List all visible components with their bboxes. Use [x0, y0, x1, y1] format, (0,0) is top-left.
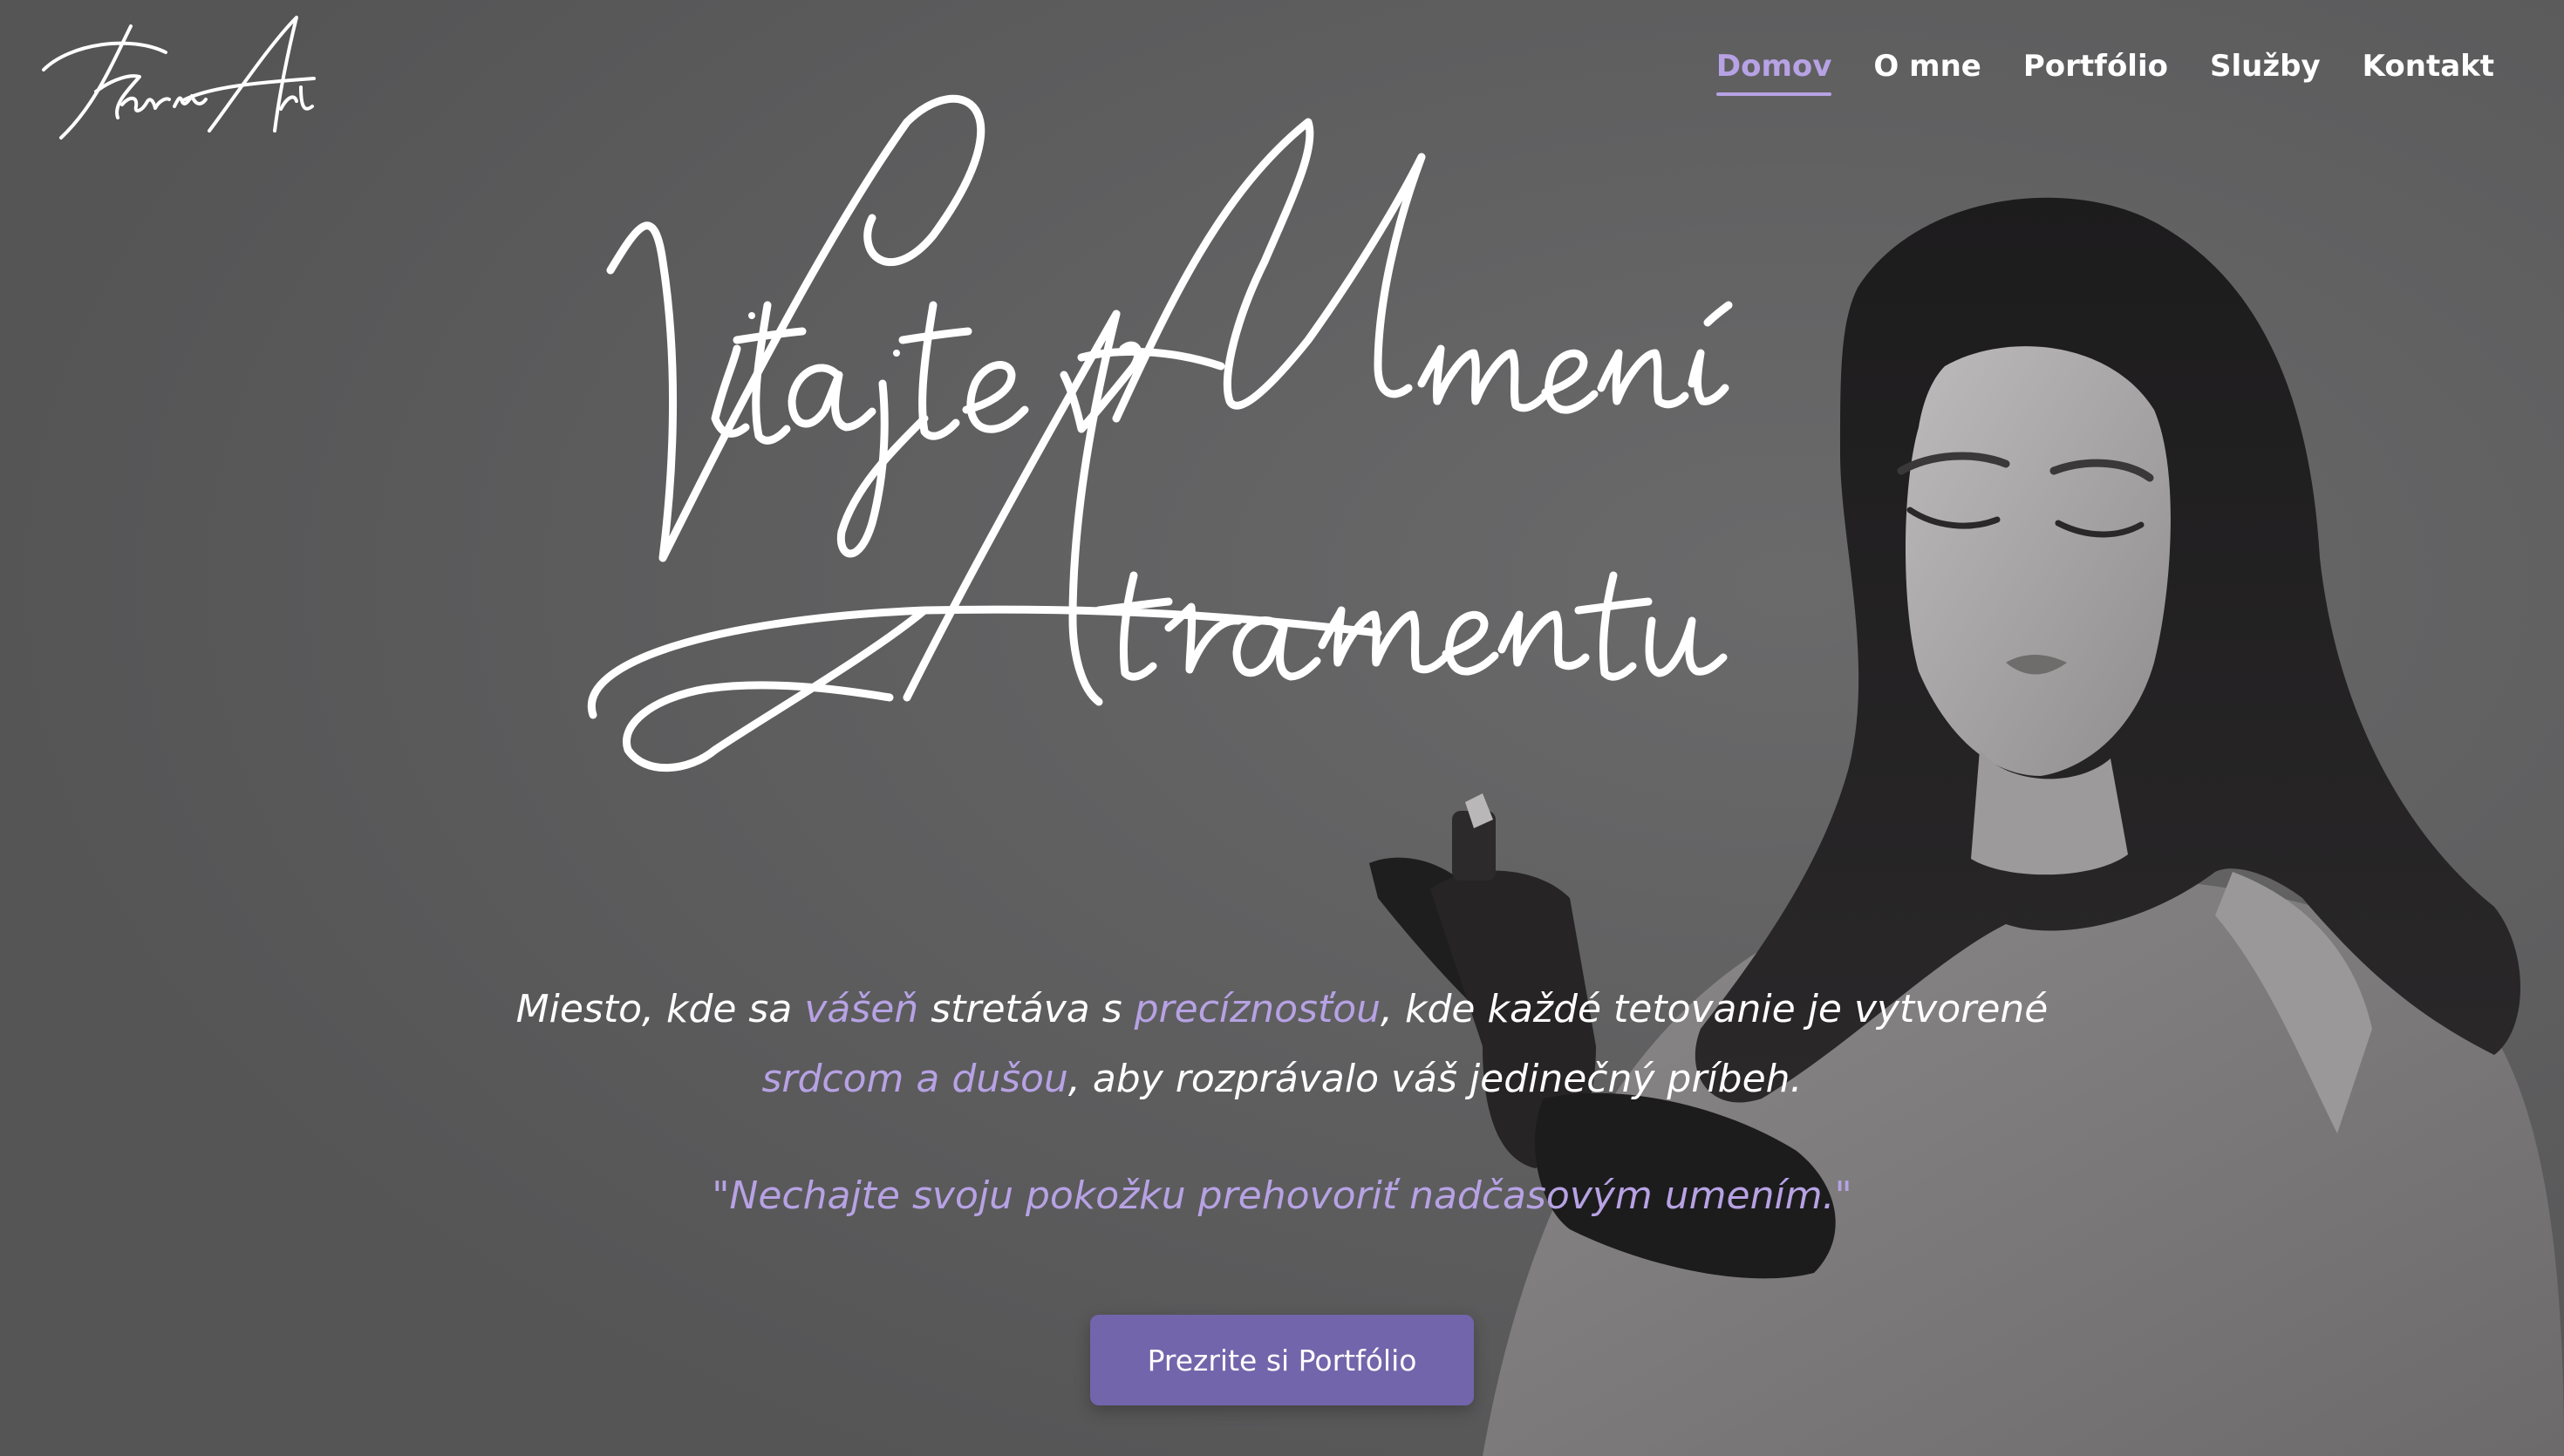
hero-quote: "Nechajte svoju pokožku prehovoriť nadča…	[712, 1174, 1852, 1218]
tagline-accent-passion: vášeň	[804, 987, 919, 1031]
view-portfolio-button[interactable]: Prezrite si Portfólio	[1090, 1315, 1474, 1405]
brand-logo[interactable]	[35, 9, 323, 148]
hero-tagline: Miesto, kde sa vášeň stretáva s precízno…	[471, 975, 2093, 1114]
tagline-text: , aby rozprávalo váš jedinečný príbeh.	[1067, 1057, 1803, 1101]
nav-link-portfolio[interactable]: Portfólio	[2023, 49, 2168, 96]
tagline-text: stretáva s	[918, 987, 1135, 1031]
hero-title	[558, 87, 1988, 802]
hero-title-script-art	[587, 94, 1733, 772]
nav-link-sluzby[interactable]: Služby	[2210, 49, 2321, 96]
tagline-accent-precision: precíznosťou	[1134, 987, 1381, 1031]
karin-art-signature-logo	[42, 16, 316, 139]
nav-link-kontakt[interactable]: Kontakt	[2363, 49, 2494, 96]
tagline-text: , kde každé tetovanie je vytvorené	[1381, 987, 2049, 1031]
tagline-text: Miesto, kde sa	[515, 987, 805, 1031]
tagline-accent-heart-soul: srdcom a dušou	[761, 1057, 1068, 1101]
